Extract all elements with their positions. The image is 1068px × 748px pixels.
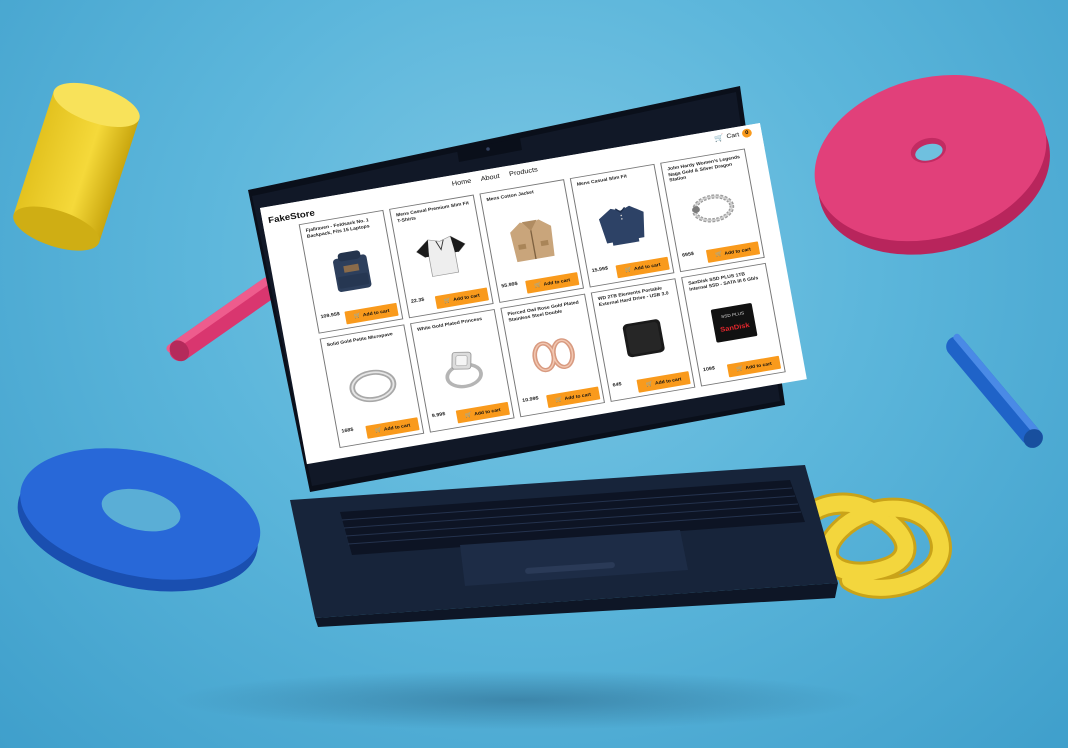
cart-icon: 🛒: [735, 366, 745, 373]
add-to-cart-button[interactable]: 🛒 Add to cart: [546, 386, 601, 409]
add-to-cart-button[interactable]: 🛒 Add to cart: [636, 371, 691, 393]
cart-icon: 🛒: [714, 251, 724, 259]
cart-label: Cart: [725, 131, 740, 140]
product-price: 55.99$: [500, 281, 519, 290]
add-to-cart-button[interactable]: 🛒 Add to cart: [615, 256, 670, 279]
rose-gold-rings-image: [520, 323, 587, 384]
product-price: 9.99$: [431, 411, 446, 420]
cart-icon: 🛒: [443, 297, 452, 305]
cart-icon: 🛒: [353, 313, 362, 320]
add-to-cart-button[interactable]: 🛒 Add to cart: [525, 272, 580, 294]
product-card[interactable]: SanDisk SSD PLUS 1TB Internal SSD - SATA…: [681, 262, 786, 387]
add-to-cart-button[interactable]: 🛒 Add to cart: [365, 417, 420, 439]
add-to-cart-button[interactable]: 🛒 Add to cart: [455, 401, 511, 424]
add-to-cart-button[interactable]: 🛒 Add to cart: [434, 287, 490, 310]
cart-icon: 🛒: [555, 396, 564, 404]
add-to-cart-button[interactable]: 🛒 Add to cart: [344, 302, 399, 325]
product-price: 695$: [681, 251, 695, 259]
cart-icon: 🛒: [645, 381, 654, 388]
product-card[interactable]: Mens Casual Premium Slim Fit T-Shirts 22…: [389, 194, 494, 319]
ring-image: [339, 354, 406, 415]
cart-count-badge: 0: [741, 128, 753, 139]
product-price: 22.3$: [410, 297, 425, 305]
cart-icon: 🛒: [464, 412, 473, 419]
product-card[interactable]: White Gold Plated Princess 9.99$ 🛒 Add t…: [410, 308, 515, 433]
cart-icon: 🛒: [374, 427, 383, 435]
cart-icon: 🛒: [713, 133, 725, 143]
nav-home[interactable]: Home: [451, 177, 472, 188]
product-card[interactable]: Mens Cotton Jacket 55.99$ 🛒 Add to cart: [479, 179, 585, 303]
tshirt-image: [408, 224, 475, 285]
diamond-ring-image: [429, 338, 496, 399]
add-to-cart-button[interactable]: 🛒 Add to cart: [705, 241, 761, 263]
bracelet-image: [680, 178, 747, 239]
nav-about[interactable]: About: [480, 172, 500, 183]
product-card[interactable]: Mens Casual Slim Fit 15.99$ 🛒 Add to car…: [569, 163, 675, 288]
product-price: 64$: [612, 381, 623, 389]
product-price: 10.99$: [521, 395, 540, 404]
sweater-image: [589, 193, 656, 254]
product-price: 168$: [341, 427, 354, 435]
product-price: 109.95$: [320, 311, 341, 320]
hard-drive-image: [610, 308, 677, 369]
jacket-image: [499, 209, 566, 270]
product-card[interactable]: Pierced Owl Rose Gold Plated Stainless S…: [500, 293, 605, 418]
nav-products[interactable]: Products: [508, 165, 538, 178]
product-price: 109$: [702, 365, 716, 373]
product-price: 15.99$: [591, 265, 609, 274]
cart-icon: 🛒: [624, 267, 633, 274]
product-card[interactable]: John Hardy Women's Legends Naga Gold & S…: [660, 148, 765, 273]
cart-button[interactable]: 🛒 Cart 0: [713, 128, 753, 143]
ssd-image: SSD PLUS SanDisk: [701, 292, 768, 353]
product-card[interactable]: WD 2TB Elements Portable External Hard D…: [590, 278, 696, 402]
backpack-image: [318, 239, 385, 300]
product-card[interactable]: Solid Gold Petite Micropave 168$ 🛒 Add t…: [319, 324, 425, 449]
cart-icon: 🛒: [534, 282, 543, 289]
add-to-cart-button[interactable]: 🛒 Add to cart: [726, 355, 782, 378]
product-card[interactable]: Fjallraven - Foldsack No. 1 Backpack, Fi…: [298, 209, 404, 334]
